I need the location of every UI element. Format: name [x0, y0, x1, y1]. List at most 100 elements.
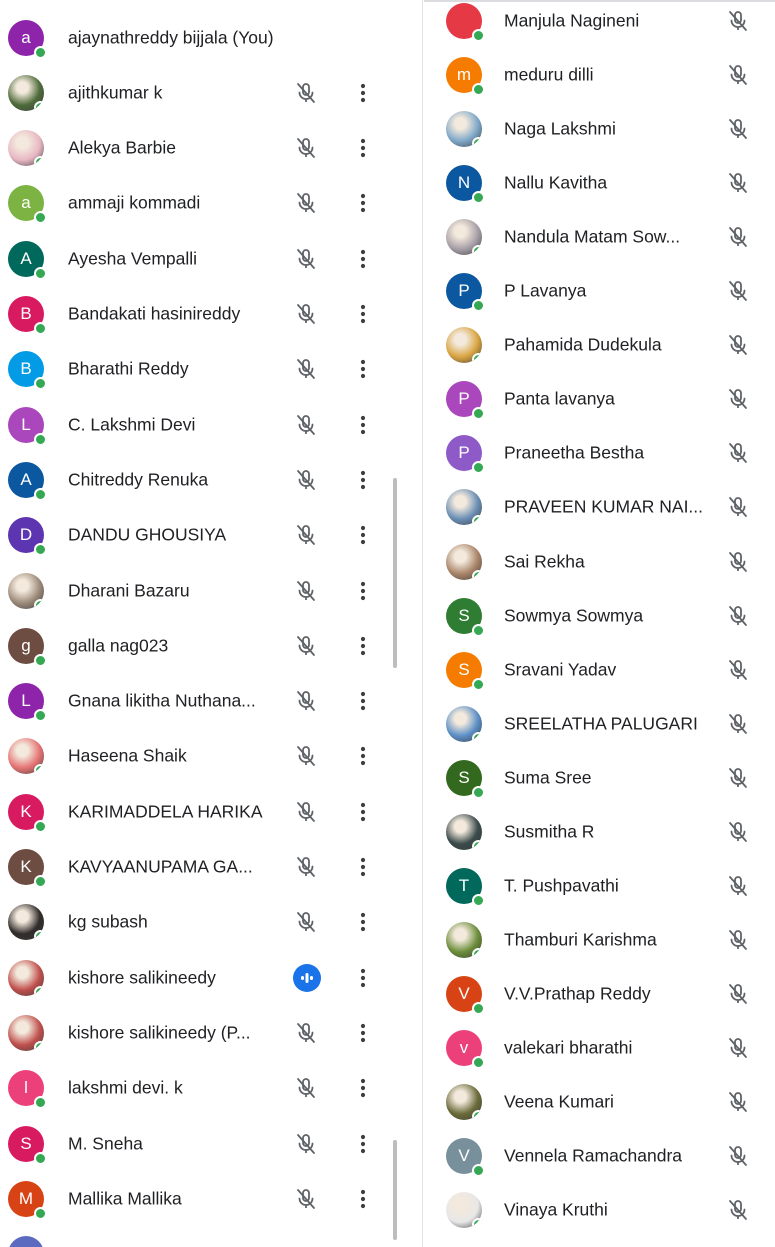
mic-off-icon[interactable] — [726, 279, 750, 303]
more-vert-icon[interactable] — [352, 413, 374, 437]
participant-row[interactable]: D DANDU GHOUSIYA — [0, 508, 400, 563]
participant-row[interactable]: B Bandakati hasinireddy — [0, 287, 400, 342]
participant-row[interactable]: Manjula Nagineni — [422, 0, 775, 48]
participant-row[interactable]: Vinaya Kruthi — [422, 1183, 775, 1237]
more-vert-icon[interactable] — [352, 468, 374, 492]
more-vert-icon[interactable] — [352, 523, 374, 547]
mic-off-icon[interactable] — [294, 191, 318, 215]
mic-off-icon[interactable] — [294, 247, 318, 271]
participant-row[interactable]: V V.V.Prathap Reddy — [422, 967, 775, 1021]
more-vert-icon[interactable] — [352, 1021, 374, 1045]
more-vert-icon[interactable] — [352, 302, 374, 326]
more-vert-icon[interactable] — [352, 81, 374, 105]
mic-off-icon[interactable] — [726, 982, 750, 1006]
participant-row[interactable]: g galla nag023 — [0, 618, 400, 673]
more-vert-icon[interactable] — [352, 689, 374, 713]
more-vert-icon[interactable] — [352, 357, 374, 381]
mic-off-icon[interactable] — [726, 874, 750, 898]
mic-off-icon[interactable] — [726, 604, 750, 628]
participant-row[interactable]: K KARIMADDELA HARIKA — [0, 784, 400, 839]
participant-row[interactable]: M Mallika Mallika — [0, 1171, 400, 1226]
mic-off-icon[interactable] — [294, 413, 318, 437]
more-vert-icon[interactable] — [352, 191, 374, 215]
mic-off-icon[interactable] — [294, 744, 318, 768]
more-vert-icon[interactable] — [352, 1132, 374, 1156]
mic-off-icon[interactable] — [294, 81, 318, 105]
participant-row[interactable]: Veena Kumari — [422, 1075, 775, 1129]
participant-row[interactable]: A Ayesha Vempalli — [0, 231, 400, 286]
mic-off-icon[interactable] — [726, 333, 750, 357]
mic-off-icon[interactable] — [294, 1187, 318, 1211]
mic-off-icon[interactable] — [726, 658, 750, 682]
mic-off-icon[interactable] — [726, 63, 750, 87]
mic-off-icon[interactable] — [726, 387, 750, 411]
more-vert-icon[interactable] — [352, 800, 374, 824]
participant-row[interactable]: Susmitha R — [422, 805, 775, 859]
participant-row[interactable]: S Sravani Yadav — [422, 643, 775, 697]
mic-off-icon[interactable] — [726, 1090, 750, 1114]
participant-row[interactable]: P P Lavanya — [422, 264, 775, 318]
participant-row[interactable]: a ammaji kommadi — [0, 176, 400, 231]
mic-off-icon[interactable] — [726, 550, 750, 574]
participant-row[interactable]: Pahamida Dudekula — [422, 318, 775, 372]
participant-row[interactable]: kishore salikineedy (P... — [0, 1005, 400, 1060]
mic-off-icon[interactable] — [294, 579, 318, 603]
participant-row[interactable]: kg subash — [0, 895, 400, 950]
mic-off-icon[interactable] — [294, 357, 318, 381]
mic-off-icon[interactable] — [726, 766, 750, 790]
participant-row[interactable]: P Praneetha Bestha — [422, 426, 775, 480]
more-vert-icon[interactable] — [352, 247, 374, 271]
more-vert-icon[interactable] — [352, 910, 374, 934]
more-vert-icon[interactable] — [352, 855, 374, 879]
mic-off-icon[interactable] — [294, 689, 318, 713]
mic-off-icon[interactable] — [294, 1076, 318, 1100]
mic-off-icon[interactable] — [294, 1021, 318, 1045]
mic-off-icon[interactable] — [726, 495, 750, 519]
participant-row[interactable]: PRAVEEN KUMAR NAI... — [422, 480, 775, 534]
mic-off-icon[interactable] — [726, 117, 750, 141]
participant-row[interactable]: K KAVYAANUPAMA GA... — [0, 840, 400, 895]
participant-row[interactable]: S Suma Sree — [422, 751, 775, 805]
mic-off-icon[interactable] — [726, 1036, 750, 1060]
participant-row[interactable]: L C. Lakshmi Devi — [0, 397, 400, 452]
mic-off-icon[interactable] — [294, 302, 318, 326]
mic-off-icon[interactable] — [294, 1132, 318, 1156]
mic-off-icon[interactable] — [726, 441, 750, 465]
participant-row[interactable]: A Chitreddy Renuka — [0, 452, 400, 507]
participant-row[interactable]: Nandula Matam Sow... — [422, 210, 775, 264]
more-vert-icon[interactable] — [352, 744, 374, 768]
more-vert-icon[interactable] — [352, 579, 374, 603]
participant-row[interactable]: B Bharathi Reddy — [0, 342, 400, 397]
participant-row[interactable]: L Gnana likitha Nuthana... — [0, 674, 400, 729]
mic-off-icon[interactable] — [726, 225, 750, 249]
mic-off-icon[interactable] — [294, 136, 318, 160]
mic-off-icon[interactable] — [726, 820, 750, 844]
participant-row[interactable]: SREELATHA PALUGARI — [422, 697, 775, 751]
participant-row[interactable]: Dharani Bazaru — [0, 563, 400, 618]
participant-row[interactable]: S M. Sneha — [0, 1116, 400, 1171]
mic-off-icon[interactable] — [294, 468, 318, 492]
scrollbar-left-lower[interactable] — [393, 1140, 397, 1240]
more-vert-icon[interactable] — [352, 966, 374, 990]
participant-row[interactable]: Alekya Barbie — [0, 121, 400, 176]
participant-row[interactable]: l lakshmi devi. k — [0, 1061, 400, 1116]
scrollbar-left[interactable] — [393, 478, 397, 668]
mic-off-icon[interactable] — [726, 171, 750, 195]
mic-off-icon[interactable] — [294, 855, 318, 879]
participant-row[interactable]: Sai Rekha — [422, 535, 775, 589]
mic-off-icon[interactable] — [294, 910, 318, 934]
mic-off-icon[interactable] — [726, 928, 750, 952]
participant-row[interactable]: P Panta lavanya — [422, 372, 775, 426]
more-vert-icon[interactable] — [352, 136, 374, 160]
mic-off-icon[interactable] — [294, 523, 318, 547]
participant-row[interactable]: a ajaynathreddy bijjala (You) — [0, 10, 400, 65]
participant-row[interactable]: Haseena Shaik — [0, 729, 400, 784]
participant-row[interactable]: V Vennela Ramachandra — [422, 1129, 775, 1183]
participant-row[interactable]: kishore salikineedy — [0, 950, 400, 1005]
participant-row[interactable]: ajithkumar k — [0, 65, 400, 120]
participant-row[interactable]: v valekari bharathi — [422, 1021, 775, 1075]
more-vert-icon[interactable] — [352, 1076, 374, 1100]
mic-off-icon[interactable] — [726, 1198, 750, 1222]
participant-row[interactable]: Naga Lakshmi — [422, 102, 775, 156]
mic-off-icon[interactable] — [294, 634, 318, 658]
